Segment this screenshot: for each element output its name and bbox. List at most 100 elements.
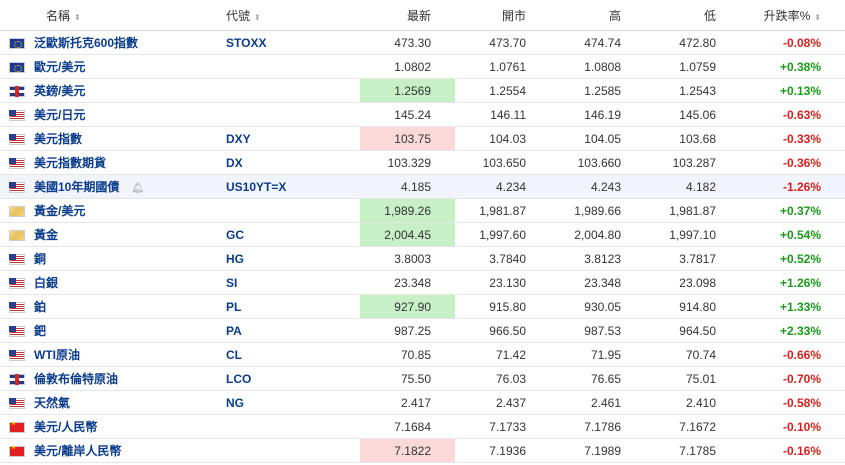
change-column-header[interactable]: 升跌率% ⬍ [740, 0, 845, 31]
table-row[interactable]: 美元/人民幣 7.16847.17337.17867.1672-0.10% [0, 414, 845, 439]
sort-icon[interactable]: ⬍ [74, 13, 81, 22]
us-flag-icon [9, 349, 25, 361]
table-row[interactable]: 英鎊/美元 1.2569 1.2554 1.2585 1.2543 +0.13% [0, 78, 845, 103]
symbol-column-header[interactable]: 代號 ⬍ [224, 0, 360, 31]
change-percent: +0.38% [740, 54, 845, 79]
instrument-symbol[interactable] [224, 198, 360, 223]
instrument-name-label[interactable]: 美元指數期貨 [34, 156, 106, 170]
high-price: 76.65 [550, 366, 645, 391]
bell-icon[interactable]: 🔔︎ [131, 183, 144, 194]
instrument-name[interactable]: 美元指數期貨 [34, 150, 224, 175]
table-row[interactable]: 鈀 PA 987.25 966.50 987.53 964.50 +2.33% [0, 318, 845, 343]
high-column-header[interactable]: 高 [550, 0, 645, 31]
instrument-symbol[interactable] [224, 438, 360, 463]
instrument-symbol[interactable]: PA [224, 318, 360, 343]
last-price: 103.75 [360, 126, 455, 151]
flag-cell [0, 174, 34, 199]
instrument-name[interactable]: 美元/人民幣 [34, 414, 224, 439]
instrument-name[interactable]: WTI原油 [34, 342, 224, 367]
last-price: 3.8003 [360, 246, 455, 271]
instrument-name[interactable]: 天然氣 [34, 390, 224, 415]
instrument-name[interactable]: 泛歐斯托克600指數 [34, 30, 224, 55]
instrument-name[interactable]: 英鎊/美元 [34, 78, 224, 103]
instrument-symbol[interactable] [224, 78, 360, 103]
open-price: 473.70 [455, 30, 550, 55]
instrument-symbol[interactable] [224, 54, 360, 79]
instrument-name[interactable]: 歐元/美元 [34, 54, 224, 79]
flag-cell [0, 438, 34, 463]
symbol-header-label: 代號 [226, 8, 251, 23]
instrument-symbol[interactable]: PL [224, 294, 360, 319]
instrument-name[interactable]: 倫敦布倫特原油 [34, 366, 224, 391]
instrument-name[interactable]: 美元指數 [34, 126, 224, 151]
table-row[interactable]: WTI原油 CL 70.85 71.42 71.95 70.74 -0.66% [0, 342, 845, 367]
sort-icon[interactable]: ⬍ [254, 13, 261, 22]
instrument-symbol[interactable]: STOXX [224, 30, 360, 55]
table-row[interactable]: 美國10年期國債 🔔︎ US10YT=X 4.185 4.234 4.243 4.182 -1… [0, 174, 845, 199]
instrument-name-label[interactable]: WTI原油 [34, 348, 80, 362]
table-row[interactable]: 歐元/美元 1.0802 1.0761 1.0808 1.0759 +0.38% [0, 54, 845, 79]
instrument-symbol[interactable] [224, 414, 360, 439]
instrument-symbol[interactable]: DXY [224, 126, 360, 151]
table-row[interactable]: 天然氣 NG 2.417 2.437 2.461 2.410 -0.58% [0, 390, 845, 415]
instrument-symbol[interactable]: DX [224, 150, 360, 175]
instrument-name-label[interactable]: 歐元/美元 [34, 60, 85, 74]
instrument-name[interactable]: 美元/離岸人民幣 [34, 438, 224, 463]
table-row[interactable]: 黃金/美元 1,989.26 1,981.87 1,989.66 1,981.87 +0.… [0, 198, 845, 223]
instrument-name-label[interactable]: 美元/離岸人民幣 [34, 444, 121, 458]
instrument-name-label[interactable]: 鉑 [34, 300, 46, 314]
table-row[interactable]: 倫敦布倫特原油 LCO 75.50 76.03 76.65 75.01 -0.70% [0, 366, 845, 391]
instrument-name[interactable]: 黃金/美元 [34, 198, 224, 223]
open-column-header[interactable]: 開市 [455, 0, 550, 31]
instrument-name-label[interactable]: 白銀 [34, 276, 58, 290]
table-row[interactable]: 鉑 PL 927.90 915.80 930.05 914.80 +1.33% [0, 294, 845, 319]
instrument-symbol[interactable]: CL [224, 342, 360, 367]
instrument-name-label[interactable]: 泛歐斯托克600指數 [34, 36, 138, 50]
table-row[interactable]: 銅 HG 3.8003 3.7840 3.8123 3.7817 +0.52% [0, 246, 845, 271]
instrument-name[interactable]: 鈀 [34, 318, 224, 343]
instrument-name-label[interactable]: 天然氣 [34, 396, 70, 410]
name-column-header[interactable]: 名稱 ⬍ [0, 0, 224, 31]
instrument-name-label[interactable]: 黃金 [34, 228, 58, 242]
instrument-name-label[interactable]: 銅 [34, 252, 46, 266]
instrument-symbol[interactable]: GC [224, 222, 360, 247]
instrument-symbol[interactable]: SI [224, 270, 360, 295]
instrument-name-label[interactable]: 鈀 [34, 324, 46, 338]
instrument-symbol[interactable]: LCO [224, 366, 360, 391]
last-column-header[interactable]: 最新 [360, 0, 455, 31]
sort-icon[interactable]: ⬍ [814, 13, 821, 22]
high-price: 1.0808 [550, 54, 645, 79]
high-price: 104.05 [550, 126, 645, 151]
instrument-name[interactable]: 美元/日元 [34, 102, 224, 127]
table-row[interactable]: 泛歐斯托克600指數 STOXX 473.30 473.70 474.74 472.80-… [0, 30, 845, 55]
low-price: 3.7817 [645, 246, 740, 271]
high-price: 4.243 [550, 174, 645, 199]
instrument-name[interactable]: 黃金 [34, 222, 224, 247]
low-column-header[interactable]: 低 [645, 0, 740, 31]
open-price: 103.650 [455, 150, 550, 175]
instrument-symbol[interactable]: HG [224, 246, 360, 271]
instrument-name[interactable]: 美國10年期國債 🔔︎ [34, 174, 224, 199]
instrument-name-label[interactable]: 黃金/美元 [34, 204, 85, 218]
table-row[interactable]: 美元指數期貨 DX 103.329 103.650 103.660 103.287 -0.3… [0, 150, 845, 175]
table-row[interactable]: 美元指數 DXY 103.75 104.03 104.05 103.68 -0.33% [0, 126, 845, 151]
flag-cell [0, 390, 34, 415]
instrument-name-label[interactable]: 美元/人民幣 [34, 420, 97, 434]
instrument-name-label[interactable]: 倫敦布倫特原油 [34, 372, 118, 386]
instrument-name[interactable]: 銅 [34, 246, 224, 271]
gold-flag-icon [9, 205, 25, 217]
instrument-symbol[interactable]: US10YT=X [224, 174, 360, 199]
instrument-name[interactable]: 白銀 [34, 270, 224, 295]
table-row[interactable]: 美元/離岸人民幣 7.18227.19367.19897.1785-0.16% [0, 438, 845, 463]
instrument-name-label[interactable]: 英鎊/美元 [34, 84, 85, 98]
instrument-name-label[interactable]: 美元指數 [34, 132, 82, 146]
instrument-name-label[interactable]: 美國10年期國債 [34, 180, 119, 194]
open-price: 966.50 [455, 318, 550, 343]
instrument-symbol[interactable]: NG [224, 390, 360, 415]
instrument-name[interactable]: 鉑 [34, 294, 224, 319]
instrument-symbol[interactable] [224, 102, 360, 127]
table-row[interactable]: 黃金 GC 2,004.45 1,997.60 2,004.80 1,997.10 +0.5… [0, 222, 845, 247]
instrument-name-label[interactable]: 美元/日元 [34, 108, 85, 122]
table-row[interactable]: 白銀 SI 23.348 23.130 23.348 23.098 +1.26% [0, 270, 845, 295]
table-row[interactable]: 美元/日元 145.24 146.11 146.19 145.06 -0.63% [0, 102, 845, 127]
